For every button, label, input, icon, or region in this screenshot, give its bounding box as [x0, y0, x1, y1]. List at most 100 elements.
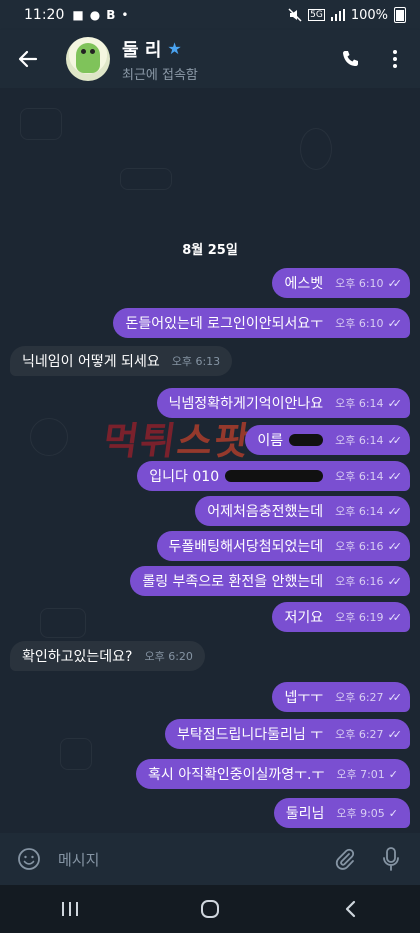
- message-time: 오후 6:14: [335, 470, 384, 483]
- message-text: 돈들어있는데 로그인이안되서요ㅜ: [125, 316, 324, 332]
- message-time: 오후 6:10: [335, 317, 384, 330]
- status-time: 11:20: [24, 7, 65, 23]
- status-notification-icons: ■ ● B •: [72, 8, 128, 22]
- message-text: 혹시 아직확인중이실까영ㅜ.ㅜ: [147, 767, 325, 783]
- voice-record-button[interactable]: [376, 844, 406, 874]
- message-time: 오후 6:14: [335, 505, 384, 518]
- message-time: 오후 6:16: [335, 575, 384, 588]
- phone-icon: [343, 51, 358, 66]
- b-app-notification-icon: B: [106, 8, 116, 22]
- attach-button[interactable]: [330, 844, 360, 874]
- call-button[interactable]: [336, 44, 366, 74]
- system-nav-bar: [0, 885, 420, 933]
- message-text: 입니다 010: [149, 469, 220, 485]
- recent-apps-button[interactable]: [40, 889, 100, 929]
- message-time: 오후 6:19: [335, 611, 384, 624]
- battery-percent: 100%: [350, 7, 388, 23]
- message-text: 확인하고있는데요?: [22, 649, 133, 665]
- message-bubble-incoming[interactable]: 닉네임이 어떻게 되세요 오후 6:13: [10, 346, 233, 376]
- status-bar: 11:20 ■ ● B • 5G 100%: [0, 0, 420, 30]
- network-type: 5G: [308, 9, 325, 21]
- kebab-menu-icon: [393, 50, 397, 68]
- watermark: 먹튀스팟: [100, 419, 255, 463]
- chat-header: 둘 리 ★ 최근에 접속함: [0, 30, 420, 88]
- redacted-text: [289, 434, 324, 446]
- message-time: 오후 6:20: [144, 650, 193, 663]
- message-input-bar: 메시지: [0, 833, 420, 885]
- message-text: 닉네임이 어떻게 되세요: [22, 354, 160, 370]
- back-button[interactable]: [14, 45, 42, 73]
- contact-info[interactable]: 둘 리 ★ 최근에 접속함: [122, 36, 198, 83]
- message-time: 오후 6:27: [335, 728, 384, 741]
- last-seen-status: 최근에 접속함: [122, 67, 198, 83]
- mute-icon: [288, 8, 302, 22]
- message-text: 두폴배팅해서당첨되었는데: [168, 539, 324, 555]
- double-check-icon: ✓✓: [387, 276, 403, 290]
- message-bubble-outgoing[interactable]: 두폴배팅해서당첨되었는데 오후 6:16 ✓✓: [156, 531, 410, 561]
- more-options-button[interactable]: [380, 44, 410, 74]
- gallery-notification-icon: ■: [72, 8, 84, 22]
- status-right: 5G 100%: [288, 0, 406, 30]
- message-time: 오후 6:14: [335, 434, 384, 447]
- double-check-icon: ✓✓: [387, 574, 403, 588]
- message-input[interactable]: 메시지: [58, 849, 330, 870]
- home-icon: [201, 900, 219, 918]
- redacted-phone-number: [225, 470, 324, 482]
- double-check-icon: ✓✓: [387, 504, 403, 518]
- contact-name: 둘 리: [122, 39, 162, 61]
- chat-area[interactable]: 8월 25일 먹튀스팟 에스벳 오후 6:10 ✓✓ 돈들어있는데 로그인이안되서…: [0, 88, 420, 833]
- emoji-button[interactable]: [14, 844, 44, 874]
- message-bubble-outgoing[interactable]: 둘리님 오후 9:05 ✓: [273, 798, 410, 828]
- double-check-icon: ✓✓: [387, 433, 403, 447]
- message-bubble-outgoing[interactable]: 부탁점드립니다둘리님 ㅜ 오후 6:27 ✓✓: [164, 719, 410, 749]
- message-time: 오후 9:05: [336, 807, 385, 820]
- message-text: 닉넴정확하게기억이안나요: [168, 396, 324, 412]
- chevron-left-icon: [345, 900, 356, 918]
- double-check-icon: ✓✓: [387, 690, 403, 704]
- message-text: 에스벳: [284, 276, 324, 292]
- double-check-icon: ✓✓: [387, 396, 403, 410]
- smiley-icon: [18, 848, 40, 870]
- arrow-left-icon: [18, 50, 38, 68]
- message-time: 오후 6:16: [335, 540, 384, 553]
- microphone-icon: [383, 847, 399, 871]
- message-text: 어제처음충전했는데: [207, 504, 324, 520]
- battery-icon: [394, 7, 406, 23]
- message-time: 오후 7:01: [336, 768, 385, 781]
- recent-apps-icon: [62, 902, 78, 916]
- message-time: 오후 6:10: [335, 277, 384, 290]
- message-bubble-outgoing[interactable]: 에스벳 오후 6:10 ✓✓: [272, 268, 410, 298]
- system-back-button[interactable]: [320, 889, 380, 929]
- verified-star-icon: ★: [167, 39, 182, 58]
- message-bubble-outgoing[interactable]: 어제처음충전했는데 오후 6:14 ✓✓: [195, 496, 410, 526]
- single-check-icon: ✓: [388, 806, 398, 820]
- message-bubble-outgoing[interactable]: 입니다 010 오후 6:14 ✓✓: [137, 461, 410, 491]
- single-check-icon: ✓: [388, 767, 398, 781]
- message-bubble-outgoing[interactable]: 이름 오후 6:14 ✓✓: [245, 425, 410, 455]
- message-bubble-outgoing[interactable]: 돈들어있는데 로그인이안되서요ㅜ 오후 6:10 ✓✓: [113, 308, 410, 338]
- message-text: 둘리님: [285, 806, 325, 822]
- paperclip-icon: [335, 848, 355, 870]
- message-bubble-outgoing[interactable]: 저기요 오후 6:19 ✓✓: [272, 602, 410, 632]
- message-bubble-outgoing[interactable]: 닉넴정확하게기억이안나요 오후 6:14 ✓✓: [156, 388, 410, 418]
- double-check-icon: ✓✓: [387, 610, 403, 624]
- message-text: 저기요: [284, 610, 324, 626]
- message-time: 오후 6:13: [171, 355, 221, 368]
- message-bubble-incoming[interactable]: 확인하고있는데요? 오후 6:20: [10, 641, 205, 671]
- home-button[interactable]: [180, 889, 240, 929]
- double-check-icon: ✓✓: [387, 727, 403, 741]
- more-notifications-icon: •: [121, 8, 129, 22]
- message-bubble-outgoing[interactable]: 넵ㅜㅜ 오후 6:27 ✓✓: [272, 682, 410, 712]
- date-separator: 8월 25일: [182, 243, 238, 258]
- double-check-icon: ✓✓: [387, 539, 403, 553]
- message-bubble-outgoing[interactable]: 혹시 아직확인중이실까영ㅜ.ㅜ 오후 7:01 ✓: [135, 759, 410, 789]
- message-text: 롤링 부족으로 환전을 안했는데: [142, 574, 324, 590]
- double-check-icon: ✓✓: [387, 469, 403, 483]
- message-time: 오후 6:14: [335, 397, 384, 410]
- message-text: 이름: [257, 433, 284, 449]
- message-bubble-outgoing[interactable]: 롤링 부족으로 환전을 안했는데 오후 6:16 ✓✓: [130, 566, 410, 596]
- dino-avatar-image: [76, 43, 100, 73]
- avatar[interactable]: [66, 37, 110, 81]
- chat-notification-icon: ●: [89, 8, 101, 22]
- message-time: 오후 6:27: [335, 691, 384, 704]
